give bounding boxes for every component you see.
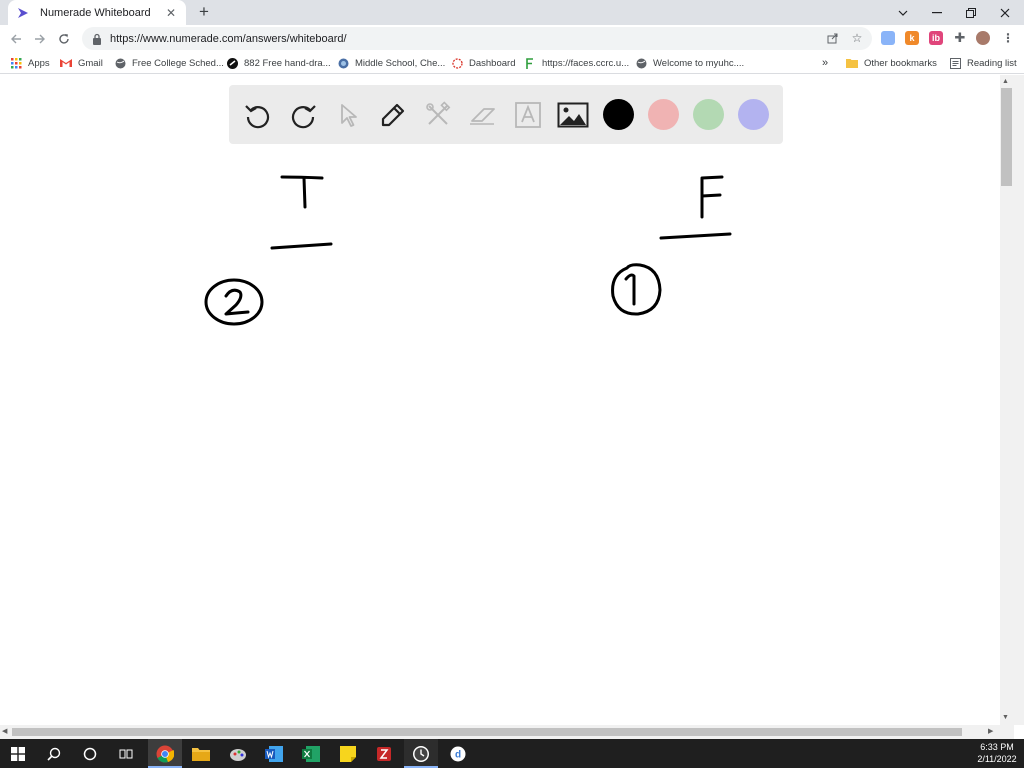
bookmark-welcome-myuhc[interactable]: Welcome to myuhc.... xyxy=(635,55,744,71)
drawing-app-icon[interactable] xyxy=(228,744,248,764)
system-clock[interactable]: 6:33 PM 2/11/2022 xyxy=(972,741,1022,765)
ib-extension-icon[interactable]: ib xyxy=(929,31,943,45)
clock-app-icon[interactable] xyxy=(411,744,431,764)
bookmark-label: Apps xyxy=(28,57,50,69)
ink-circle-left xyxy=(204,278,264,326)
ink-digit-one xyxy=(624,273,636,306)
back-button[interactable] xyxy=(6,29,26,49)
bookmark-apps[interactable]: Apps xyxy=(10,55,50,71)
browser-toolbar: https://www.numerade.com/answers/whitebo… xyxy=(0,25,1024,52)
drawing-canvas[interactable] xyxy=(0,75,1000,725)
scroll-left-arrow-icon[interactable]: ◀ xyxy=(2,727,7,735)
file-explorer-icon[interactable] xyxy=(191,744,211,764)
url-text: https://www.numerade.com/answers/whitebo… xyxy=(110,32,347,45)
more-menu-icon[interactable]: ⋮ xyxy=(1001,31,1015,45)
screen: Numerade Whiteboard ✕ + https://www.nume… xyxy=(0,0,1024,768)
horizontal-scroll-thumb[interactable] xyxy=(12,728,962,736)
sticky-notes-icon[interactable] xyxy=(338,744,358,764)
dashboard-ring-icon xyxy=(451,57,463,69)
reading-list-icon xyxy=(949,57,961,69)
tab-numerade-whiteboard[interactable]: Numerade Whiteboard ✕ xyxy=(8,0,186,25)
windows-start-icon[interactable] xyxy=(8,744,28,764)
gmail-icon xyxy=(60,57,72,69)
site-logo-icon xyxy=(226,57,238,69)
docs-extension-icon[interactable] xyxy=(881,31,895,45)
clock-time: 6:33 PM xyxy=(980,742,1014,752)
bookmark-label: Gmail xyxy=(78,57,103,69)
bookmark-label: Dashboard xyxy=(469,57,516,69)
numerade-favicon-icon xyxy=(16,6,30,20)
bookmark-dashboard[interactable]: Dashboard xyxy=(451,55,515,71)
bookmark-label: Free College Sched... xyxy=(132,57,224,69)
tab-title: Numerade Whiteboard xyxy=(40,6,151,19)
excel-icon[interactable] xyxy=(301,744,321,764)
faces-f-icon xyxy=(524,57,536,69)
scroll-right-arrow-icon[interactable]: ▶ xyxy=(988,727,993,735)
close-window-button[interactable] xyxy=(988,0,1022,25)
restore-button[interactable] xyxy=(954,0,988,25)
ink-circle-right xyxy=(611,263,662,316)
k-extension-icon[interactable]: k xyxy=(905,31,919,45)
bookmark-label: Middle School, Che... xyxy=(355,57,446,69)
vertical-scroll-thumb[interactable] xyxy=(1001,88,1012,186)
profile-avatar[interactable] xyxy=(976,31,990,45)
cortana-icon[interactable] xyxy=(80,744,100,764)
task-view-icon[interactable] xyxy=(116,744,136,764)
scroll-up-arrow-icon[interactable]: ▲ xyxy=(1002,78,1009,85)
bookmark-gmail[interactable]: Gmail xyxy=(60,55,103,71)
ink-letter-f-bar xyxy=(700,193,722,198)
reload-button[interactable] xyxy=(54,29,74,49)
scroll-down-arrow-icon[interactable]: ▼ xyxy=(1002,714,1009,721)
folder-icon xyxy=(846,57,858,69)
search-icon[interactable] xyxy=(44,744,64,764)
bookmark-star-icon[interactable]: ☆ xyxy=(850,31,864,45)
svg-text:d: d xyxy=(455,750,461,761)
forward-button[interactable] xyxy=(30,29,50,49)
bookmark-882-free-hand-drawn[interactable]: 882 Free hand-dra... xyxy=(226,55,331,71)
reading-list-button[interactable]: Reading list xyxy=(949,55,1017,71)
bookmarks-bar: Apps Gmail Free College Sched... 882 Fre… xyxy=(0,52,1024,74)
ink-blank-line-left xyxy=(270,242,333,250)
bookmark-label: Other bookmarks xyxy=(864,57,937,69)
d-app-icon[interactable]: d xyxy=(448,744,468,764)
bookmark-faces-ccrc[interactable]: https://faces.ccrc.u... xyxy=(524,55,629,71)
bookmark-free-college-schedule[interactable]: Free College Sched... xyxy=(114,55,224,71)
ink-blank-line-right xyxy=(659,232,732,240)
bookmark-label: Welcome to myuhc.... xyxy=(653,57,745,69)
globe-icon xyxy=(114,57,126,69)
bookmark-other-bookmarks[interactable]: Other bookmarks xyxy=(846,55,937,71)
clock-date: 2/11/2022 xyxy=(977,754,1017,764)
bookmarks-overflow-chevron-icon[interactable]: » xyxy=(822,55,828,71)
lock-icon xyxy=(93,33,101,45)
tab-search-icon[interactable] xyxy=(886,0,920,25)
new-tab-button[interactable]: + xyxy=(194,2,214,22)
address-bar[interactable]: https://www.numerade.com/answers/whitebo… xyxy=(82,27,872,50)
bookmark-label: 882 Free hand-dra... xyxy=(244,57,331,69)
share-icon[interactable] xyxy=(826,31,840,45)
extensions-puzzle-icon[interactable]: ✚ xyxy=(953,30,967,45)
word-icon[interactable] xyxy=(264,744,284,764)
bookmark-label: Reading list xyxy=(967,57,1017,69)
red-app-icon[interactable] xyxy=(374,744,394,764)
ink-letter-t-stem xyxy=(302,176,307,209)
bookmark-middle-school[interactable]: Middle School, Che... xyxy=(337,55,445,71)
tab-close-icon[interactable]: ✕ xyxy=(164,6,178,20)
chrome-icon[interactable] xyxy=(155,744,175,764)
globe-icon xyxy=(635,57,647,69)
ink-letter-t-top xyxy=(280,175,324,180)
school-globe-icon xyxy=(337,57,349,69)
minimize-button[interactable] xyxy=(920,0,954,25)
tab-strip: Numerade Whiteboard ✕ + xyxy=(0,0,1024,25)
apps-grid-icon xyxy=(10,57,22,69)
bookmark-label: https://faces.ccrc.u... xyxy=(542,57,630,69)
ink-digit-two xyxy=(224,288,250,316)
